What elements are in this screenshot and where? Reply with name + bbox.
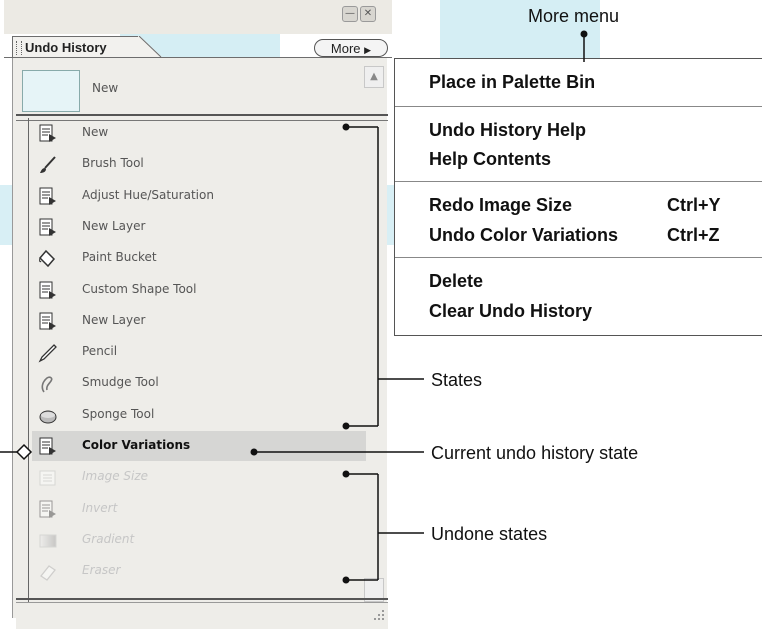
menu-separator: [395, 106, 762, 107]
more-label: More: [330, 41, 361, 56]
state-row[interactable]: New Layer: [32, 212, 366, 242]
state-row[interactable]: Brush Tool: [32, 149, 366, 179]
brush-icon: [38, 155, 58, 175]
document-icon: [38, 124, 58, 144]
state-label: Adjust Hue/Saturation: [82, 187, 214, 202]
document-icon: [38, 437, 58, 457]
menu-item-clear-undo-history[interactable]: Clear Undo History: [429, 301, 592, 322]
bottom-divider: [16, 598, 388, 600]
document-icon: [38, 218, 58, 238]
state-label: Invert: [82, 500, 118, 515]
state-label: Pencil: [82, 344, 118, 359]
state-label: Brush Tool: [82, 156, 144, 171]
callout-more-menu: More menu: [528, 6, 620, 26]
state-row[interactable]: New Layer: [32, 306, 366, 336]
tab-label: Undo History: [25, 40, 107, 55]
resize-grip-icon[interactable]: [372, 608, 386, 622]
minimize-icon[interactable]: —: [342, 6, 358, 22]
sponge-icon: [38, 406, 58, 426]
eraser-icon: [38, 562, 58, 582]
undone-state-row[interactable]: Image Size: [32, 462, 366, 492]
shortcut-redo: Ctrl+Y: [667, 195, 721, 215]
undone-state-row[interactable]: Gradient: [32, 525, 366, 555]
paint-bucket-icon: [38, 249, 58, 269]
state-label: Gradient: [82, 531, 135, 546]
state-label: New Layer: [82, 312, 146, 327]
callout-states: States: [431, 370, 483, 390]
image-size-icon: [38, 468, 58, 488]
snapshot-label: New: [92, 81, 119, 95]
state-row[interactable]: New: [32, 118, 366, 148]
scroll-up-icon[interactable]: ▲: [364, 66, 384, 88]
close-icon[interactable]: ✕: [360, 6, 376, 22]
smudge-icon: [38, 374, 58, 394]
menu-item-redo-image-size[interactable]: Redo Image Size: [429, 195, 572, 216]
menu-separator: [395, 257, 762, 258]
document-icon: [38, 312, 58, 332]
state-label: Custom Shape Tool: [82, 281, 197, 296]
tab-edge: [138, 36, 162, 58]
document-icon: [38, 281, 58, 301]
state-label: New Layer: [82, 218, 146, 233]
menu-item-undo-history-help[interactable]: Undo History Help: [429, 120, 586, 141]
callout-undone-states: Undone states: [431, 524, 548, 544]
state-label: Paint Bucket: [82, 250, 157, 265]
state-row[interactable]: Adjust Hue/Saturation: [32, 181, 366, 211]
callout-current-state: Current undo history state: [431, 443, 639, 463]
pencil-icon: [38, 343, 58, 363]
palette-titlebar: [4, 0, 392, 34]
state-label: Image Size: [82, 469, 149, 484]
grip-icon: [16, 41, 22, 55]
shortcut-undo: Ctrl+Z: [667, 225, 720, 245]
document-icon: [38, 500, 58, 520]
undone-state-row[interactable]: Invert: [32, 494, 366, 524]
snapshot-row[interactable]: New: [20, 64, 360, 114]
gradient-icon: [38, 531, 58, 551]
more-menu: Place in Palette Bin Undo History Help H…: [394, 58, 762, 336]
snapshot-thumbnail: [22, 70, 80, 112]
state-label: Color Variations: [82, 438, 191, 452]
more-button[interactable]: More ▶: [314, 39, 388, 57]
state-rule: [28, 118, 29, 604]
triangle-right-icon: ▶: [364, 45, 372, 55]
undo-history-palette: — ✕ Undo History More ▶ New ▲ New Brush T…: [4, 0, 392, 629]
tab-undo-history[interactable]: Undo History: [12, 36, 140, 58]
document-icon: [38, 187, 58, 207]
state-label: Eraser: [82, 563, 121, 578]
state-row[interactable]: Custom Shape Tool: [32, 275, 366, 305]
menu-item-undo-color-variations[interactable]: Undo Color Variations: [429, 225, 618, 246]
state-row[interactable]: Pencil: [32, 337, 366, 367]
current-state-row[interactable]: Color Variations: [32, 431, 366, 461]
menu-item-delete[interactable]: Delete: [429, 271, 483, 292]
state-row[interactable]: Paint Bucket: [32, 243, 366, 273]
state-row[interactable]: Sponge Tool: [32, 400, 366, 430]
menu-item-place-in-palette-bin[interactable]: Place in Palette Bin: [429, 72, 595, 93]
state-label: Smudge Tool: [82, 375, 159, 390]
undone-state-row[interactable]: Eraser: [32, 556, 366, 586]
state-label: Sponge Tool: [82, 406, 155, 421]
menu-separator: [395, 181, 762, 182]
state-row[interactable]: Smudge Tool: [32, 368, 366, 398]
state-label: New: [82, 125, 109, 139]
menu-item-help-contents[interactable]: Help Contents: [429, 149, 551, 170]
palette-status-bar: [16, 602, 388, 629]
